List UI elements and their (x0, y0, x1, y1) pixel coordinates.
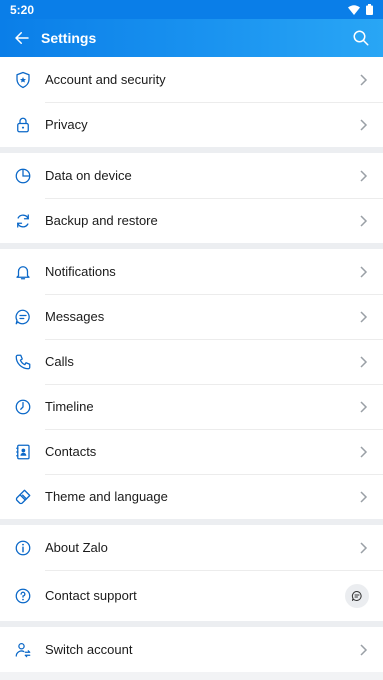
row-label: Backup and restore (45, 213, 158, 228)
chevron-right-icon (360, 73, 368, 86)
sync-icon (16, 213, 29, 228)
row-label: Contact support (45, 588, 137, 603)
help-icon (15, 588, 30, 603)
row-label: Account and security (45, 72, 166, 87)
row-messages[interactable]: Messages (0, 294, 383, 339)
row-label: Switch account (45, 642, 133, 657)
row-label: Data on device (45, 168, 132, 183)
app-bar: Settings (0, 19, 383, 57)
contact-book-icon (15, 444, 30, 459)
bell-icon (15, 265, 30, 279)
chevron-right-icon (360, 214, 368, 227)
chevron-right-icon (360, 490, 368, 503)
settings-group-general: Notifications Messages Calls Timeline Co… (0, 249, 383, 519)
row-timeline[interactable]: Timeline (0, 384, 383, 429)
paintbrush-icon (15, 489, 30, 504)
chevron-right-icon (360, 400, 368, 413)
row-switch-account[interactable]: Switch account (0, 627, 383, 672)
clock-icon (15, 399, 30, 414)
settings-group-about: About Zalo Contact support (0, 525, 383, 621)
row-calls[interactable]: Calls (0, 339, 383, 384)
row-label: Calls (45, 354, 74, 369)
chevron-right-icon (360, 310, 368, 323)
row-theme-language[interactable]: Theme and language (0, 474, 383, 519)
row-contacts[interactable]: Contacts (0, 429, 383, 474)
info-icon (15, 540, 30, 555)
system-icons (348, 4, 373, 15)
battery-icon (366, 4, 373, 15)
chat-bubble-icon (351, 590, 362, 601)
chevron-right-icon (360, 169, 368, 182)
row-label: Notifications (45, 264, 116, 279)
row-label: Theme and language (45, 489, 168, 504)
chevron-right-icon (360, 445, 368, 458)
row-contact-support[interactable]: Contact support (0, 570, 383, 621)
lock-icon (16, 117, 29, 132)
row-about-zalo[interactable]: About Zalo (0, 525, 383, 570)
row-label: Messages (45, 309, 105, 324)
search-icon (353, 30, 369, 46)
wifi-icon (348, 4, 360, 15)
row-label: Privacy (45, 117, 88, 132)
row-backup-restore[interactable]: Backup and restore (0, 198, 383, 243)
chat-icon (14, 309, 30, 324)
row-label: Timeline (45, 399, 94, 414)
search-button[interactable] (349, 26, 373, 50)
arrow-left-icon (15, 32, 29, 44)
chevron-right-icon (360, 541, 368, 554)
chevron-right-icon (360, 643, 368, 656)
page-title: Settings (41, 30, 97, 46)
row-notifications[interactable]: Notifications (0, 249, 383, 294)
row-privacy[interactable]: Privacy (0, 102, 383, 147)
phone-icon (15, 354, 30, 369)
row-account-security[interactable]: Account and security (0, 57, 383, 102)
status-time: 5:20 (10, 2, 35, 17)
status-bar: 5:20 (0, 0, 383, 19)
chevron-right-icon (360, 118, 368, 131)
row-data-on-device[interactable]: Data on device (0, 153, 383, 198)
shield-icon (15, 71, 30, 88)
chevron-right-icon (360, 355, 368, 368)
row-label: About Zalo (45, 540, 108, 555)
chevron-right-icon (360, 265, 368, 278)
settings-group-data: Data on device Backup and restore (0, 153, 383, 243)
settings-group-switch: Switch account (0, 627, 383, 672)
row-label: Contacts (45, 444, 97, 459)
support-chat-button[interactable] (345, 583, 369, 608)
switch-account-icon (15, 642, 30, 657)
pie-chart-icon (15, 168, 30, 183)
back-button[interactable] (10, 26, 34, 50)
settings-group-account: Account and security Privacy (0, 57, 383, 147)
